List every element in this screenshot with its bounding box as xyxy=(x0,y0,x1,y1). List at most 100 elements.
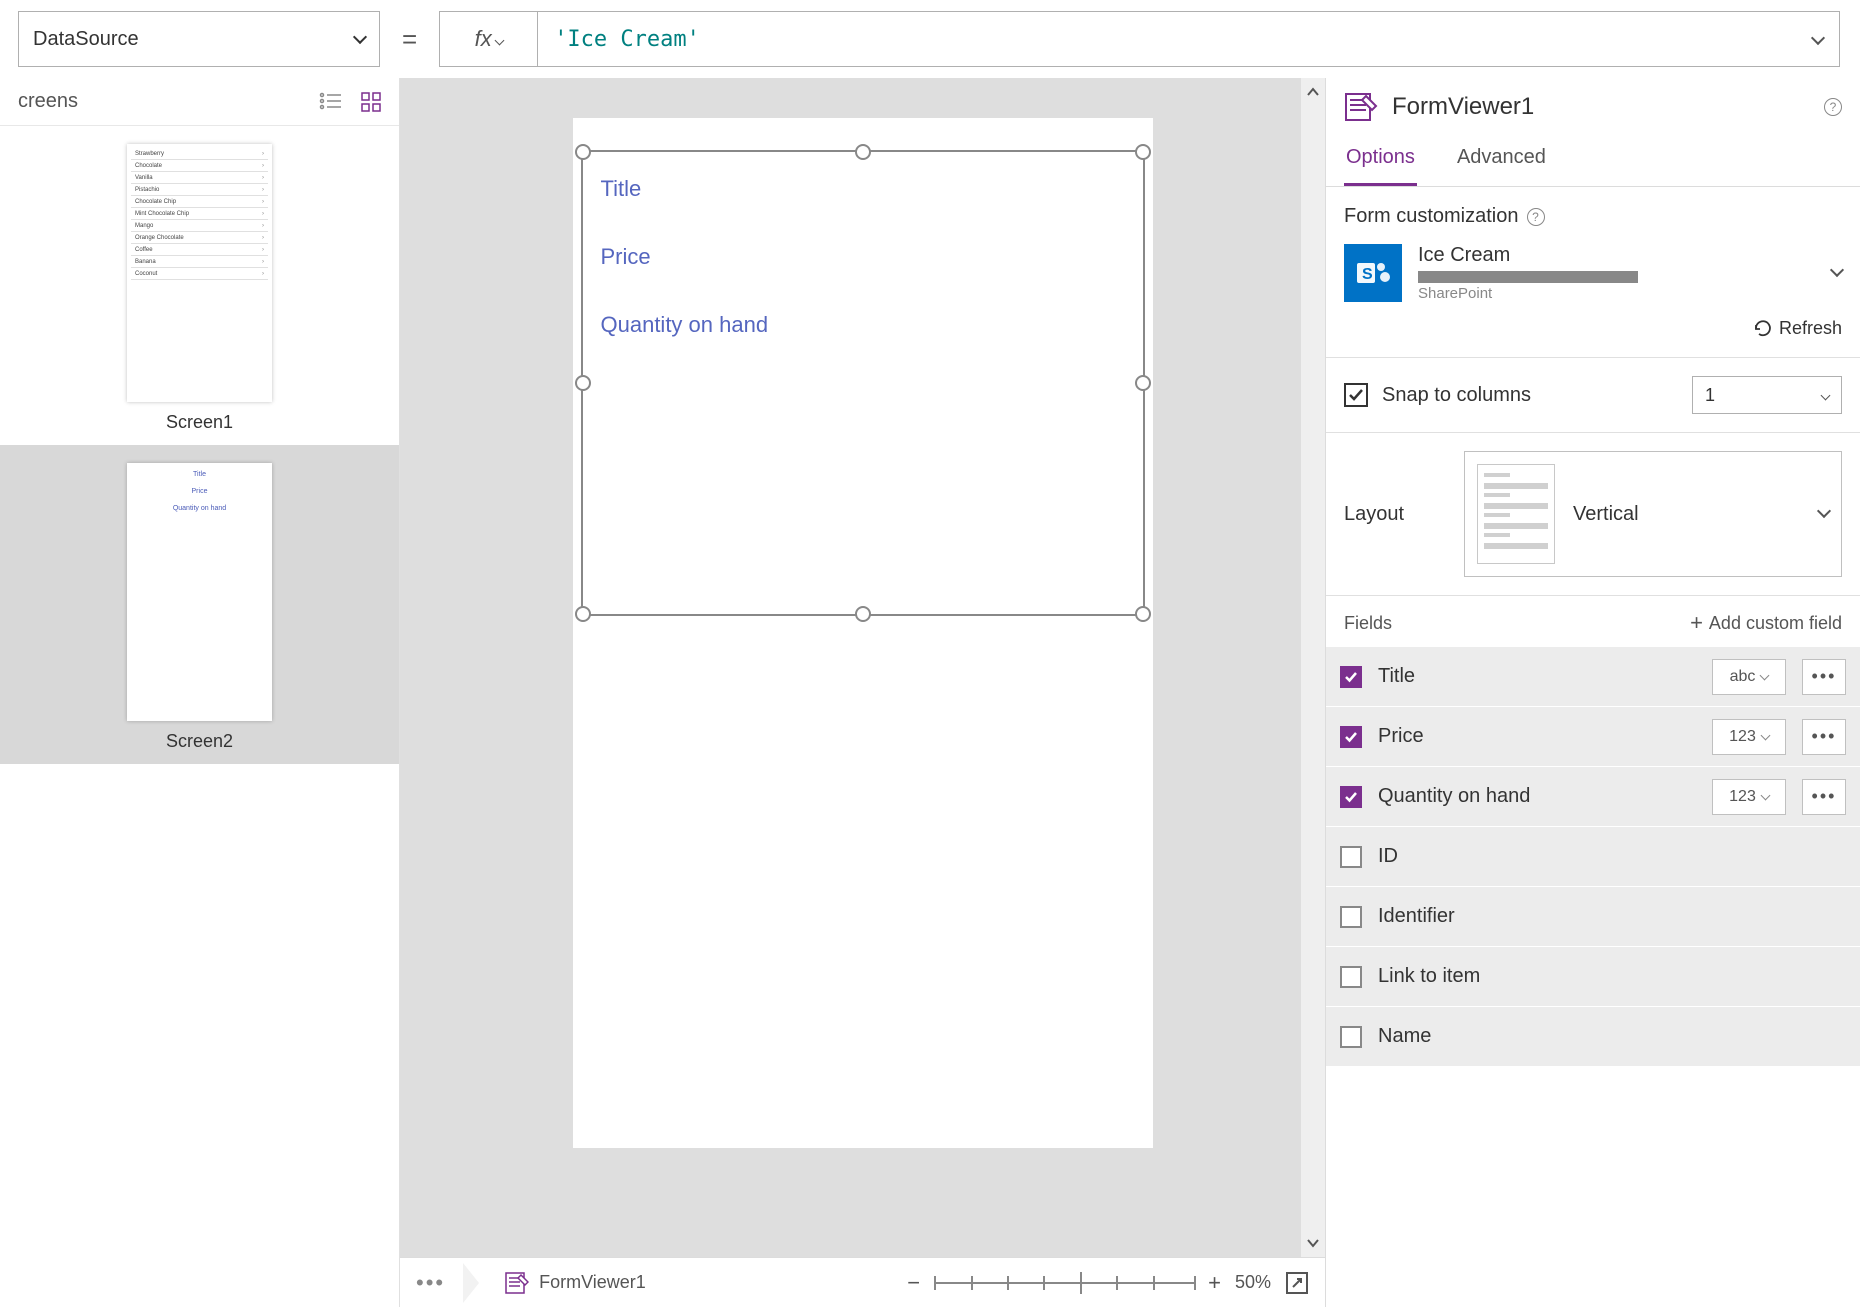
form-customization-section: Form customization ? S Ice Cream SharePo… xyxy=(1326,187,1860,358)
form-field-label[interactable]: Quantity on hand xyxy=(583,288,1143,356)
refresh-button[interactable]: Refresh xyxy=(1344,318,1842,339)
screens-label: creens xyxy=(18,90,78,113)
scroll-down-icon[interactable] xyxy=(1301,1229,1325,1257)
help-icon[interactable]: ? xyxy=(1527,208,1545,226)
grid-view-icon[interactable] xyxy=(361,92,381,112)
resize-handle[interactable] xyxy=(575,606,591,622)
layout-value: Vertical xyxy=(1573,503,1801,526)
zoom-out-button[interactable]: − xyxy=(907,1270,920,1296)
field-checkbox[interactable] xyxy=(1340,1026,1362,1048)
chevron-down-icon xyxy=(1813,27,1823,52)
screen1-thumbnail: Strawberry›Chocolate›Vanilla›Pistachio›C… xyxy=(127,144,272,402)
tab-options[interactable]: Options xyxy=(1344,136,1417,186)
property-selector[interactable]: DataSource xyxy=(18,11,380,67)
help-icon[interactable]: ? xyxy=(1824,98,1842,116)
equals-sign: = xyxy=(380,24,439,55)
field-type-select[interactable]: 123 xyxy=(1712,719,1786,755)
formula-bar: DataSource = fx 'Ice Cream' xyxy=(0,0,1860,78)
field-row[interactable]: Link to item xyxy=(1326,946,1860,1006)
field-more-button[interactable]: ••• xyxy=(1802,779,1846,815)
scroll-track[interactable] xyxy=(1301,106,1325,1229)
resize-handle[interactable] xyxy=(855,144,871,160)
chevron-down-icon xyxy=(1822,385,1829,406)
svg-text:S: S xyxy=(1362,266,1373,283)
field-checkbox[interactable] xyxy=(1340,786,1362,808)
field-name: Price xyxy=(1378,725,1696,748)
field-checkbox[interactable] xyxy=(1340,726,1362,748)
datasource-type: SharePoint xyxy=(1418,285,1816,302)
breadcrumb[interactable]: FormViewer1 xyxy=(505,1272,646,1294)
field-checkbox[interactable] xyxy=(1340,906,1362,928)
field-row[interactable]: Identifier xyxy=(1326,886,1860,946)
zoom-in-button[interactable]: + xyxy=(1208,1270,1221,1296)
datasource-name: Ice Cream xyxy=(1418,244,1816,267)
form-field-label[interactable]: Title xyxy=(583,152,1143,220)
formula-value: 'Ice Cream' xyxy=(554,27,700,52)
field-more-button[interactable]: ••• xyxy=(1802,719,1846,755)
field-checkbox[interactable] xyxy=(1340,846,1362,868)
refresh-icon xyxy=(1753,319,1773,339)
fields-label: Fields xyxy=(1344,613,1392,634)
properties-header: FormViewer1 ? xyxy=(1326,78,1860,136)
screens-panel: creens Strawberry›Chocolate›Vanilla›Pist… xyxy=(0,78,400,1307)
canvas-scrollbar[interactable] xyxy=(1301,78,1325,1257)
form-icon xyxy=(1344,92,1378,122)
breadcrumb-separator xyxy=(463,1263,487,1303)
screen-item-screen2[interactable]: TitlePriceQuantity on hand Screen2 xyxy=(0,445,399,764)
resize-handle[interactable] xyxy=(1135,606,1151,622)
field-more-button[interactable]: ••• xyxy=(1802,659,1846,695)
canvas-footer: ••• FormViewer1 − + 50% xyxy=(400,1257,1325,1307)
fields-section: Fields + Add custom field Titleabc•••Pri… xyxy=(1326,596,1860,1066)
resize-handle[interactable] xyxy=(575,144,591,160)
form-viewer-control[interactable]: TitlePriceQuantity on hand xyxy=(581,150,1145,616)
section-title: Form customization xyxy=(1344,205,1519,228)
field-type-select[interactable]: 123 xyxy=(1712,779,1786,815)
scroll-up-icon[interactable] xyxy=(1301,78,1325,106)
layout-thumbnail xyxy=(1477,464,1555,564)
screen2-thumbnail: TitlePriceQuantity on hand xyxy=(127,463,272,721)
form-field-label[interactable]: Price xyxy=(583,220,1143,288)
screens-list: Strawberry›Chocolate›Vanilla›Pistachio›C… xyxy=(0,126,399,1307)
datasource-selector[interactable]: S Ice Cream SharePoint xyxy=(1344,244,1842,302)
properties-panel: FormViewer1 ? Options Advanced Form cust… xyxy=(1325,78,1860,1307)
field-row[interactable]: Price 123 ••• xyxy=(1326,706,1860,766)
sharepoint-icon: S xyxy=(1344,244,1402,302)
chevron-down-icon xyxy=(1819,506,1829,522)
chevron-down-icon xyxy=(1832,265,1842,281)
zoom-controls: − + 50% xyxy=(907,1270,1309,1296)
resize-handle[interactable] xyxy=(1135,144,1151,160)
field-row[interactable]: Name xyxy=(1326,1006,1860,1066)
add-custom-field-button[interactable]: + Add custom field xyxy=(1690,610,1842,636)
datasource-email-redacted xyxy=(1418,271,1638,283)
field-name: Identifier xyxy=(1378,905,1846,928)
resize-handle[interactable] xyxy=(855,606,871,622)
fx-button[interactable]: fx xyxy=(439,11,537,67)
field-checkbox[interactable] xyxy=(1340,666,1362,688)
form-icon xyxy=(505,1272,529,1294)
field-row[interactable]: Quantity on hand123••• xyxy=(1326,766,1860,826)
field-row[interactable]: ID xyxy=(1326,826,1860,886)
columns-select[interactable]: 1 xyxy=(1692,376,1842,414)
field-name: Link to item xyxy=(1378,965,1846,988)
property-selector-value: DataSource xyxy=(33,28,139,51)
resize-handle[interactable] xyxy=(1135,375,1151,391)
field-name: ID xyxy=(1378,845,1846,868)
snap-checkbox[interactable] xyxy=(1344,383,1368,407)
expand-icon[interactable] xyxy=(1285,1271,1309,1295)
snap-label: Snap to columns xyxy=(1382,384,1678,407)
plus-icon: + xyxy=(1690,610,1703,636)
screen-item-screen1[interactable]: Strawberry›Chocolate›Vanilla›Pistachio›C… xyxy=(0,126,399,445)
resize-handle[interactable] xyxy=(575,375,591,391)
field-checkbox[interactable] xyxy=(1340,966,1362,988)
field-row[interactable]: Titleabc••• xyxy=(1326,646,1860,706)
list-view-icon[interactable] xyxy=(319,92,341,110)
layout-section: Layout Vertical xyxy=(1326,433,1860,596)
layout-label: Layout xyxy=(1344,503,1444,526)
zoom-slider[interactable] xyxy=(934,1282,1194,1284)
formula-input[interactable]: 'Ice Cream' xyxy=(537,11,1840,67)
app-screen[interactable]: TitlePriceQuantity on hand xyxy=(573,118,1153,1148)
more-button[interactable]: ••• xyxy=(416,1270,445,1296)
tab-advanced[interactable]: Advanced xyxy=(1455,136,1548,186)
field-type-select[interactable]: abc xyxy=(1712,659,1786,695)
layout-select[interactable]: Vertical xyxy=(1464,451,1842,577)
